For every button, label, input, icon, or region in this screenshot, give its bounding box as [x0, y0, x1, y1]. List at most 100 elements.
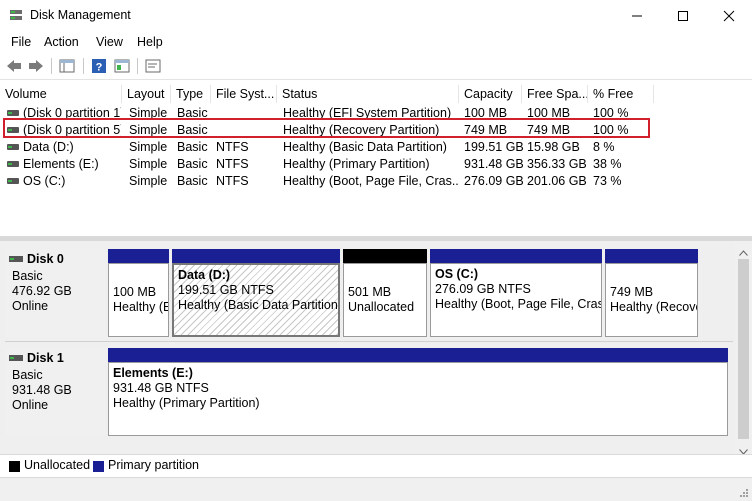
disk-1-info[interactable]: Disk 1 Basic 931.48 GB Online [5, 348, 105, 436]
minimize-button[interactable] [614, 0, 660, 31]
column-header-type[interactable]: Type [171, 85, 211, 103]
column-header-percent-free[interactable]: % Free [588, 85, 654, 103]
toolbar: ? [0, 53, 752, 80]
svg-text:?: ? [96, 62, 103, 74]
partition-unallocated[interactable]: 501 MB Unallocated [343, 249, 427, 337]
disk-1-state: Online [12, 398, 49, 412]
scroll-up-button[interactable] [739, 245, 748, 259]
disk-1-name: Disk 1 [27, 351, 64, 365]
back-icon [7, 60, 21, 72]
forward-button[interactable] [26, 56, 46, 76]
volume-layout: Simple [129, 140, 168, 154]
back-button[interactable] [4, 56, 24, 76]
vertical-scrollbar[interactable] [735, 241, 752, 455]
maximize-button[interactable] [660, 0, 706, 31]
toolbar-separator [83, 58, 84, 74]
disk-1-header: Disk 1 [9, 351, 64, 365]
disk-0-state: Online [12, 299, 49, 313]
menu-bar: File Action View Help [0, 31, 752, 53]
disk-0-header: Disk 0 [9, 252, 64, 266]
menu-file[interactable]: File [11, 35, 31, 49]
partition-name: OS (C:) [435, 267, 479, 281]
volume-capacity: 276.09 GB [464, 174, 524, 188]
partition-name: Data (D:) [178, 268, 231, 282]
partition-size: 749 MB [610, 285, 654, 299]
partition-elements-e[interactable]: Elements (E:) 931.48 GB NTFS Healthy (Pr… [108, 348, 728, 436]
partition-os-c[interactable]: OS (C:) 276.09 GB NTFS Healthy (Boot, Pa… [430, 249, 602, 337]
volume-file-system: NTFS [216, 174, 249, 188]
table-row[interactable]: Elements (E:) Simple Basic NTFS Healthy … [0, 156, 752, 173]
partition-status: Healthy (Recovery Partition) [610, 300, 697, 314]
partition-size: 100 MB [113, 285, 157, 299]
volume-type: Basic [177, 140, 208, 154]
status-bar [0, 477, 752, 501]
volume-status: Healthy (Basic Data Partition) [283, 140, 447, 154]
properties-button[interactable] [112, 56, 132, 76]
minimize-icon [632, 15, 642, 16]
console-icon [145, 59, 161, 73]
table-row[interactable]: Data (D:) Simple Basic NTFS Healthy (Bas… [0, 139, 752, 156]
partition-name: Elements (E:) [113, 366, 193, 380]
volume-capacity: 199.51 GB [464, 140, 524, 154]
forward-icon [29, 60, 43, 72]
volume-name: Elements (E:) [23, 157, 99, 171]
close-icon [723, 10, 735, 21]
column-header-volume[interactable]: Volume [0, 85, 122, 103]
partition-size: 199.51 GB NTFS [178, 283, 274, 297]
resize-grip-icon[interactable] [738, 486, 748, 500]
volume-percent-free: 38 % [593, 157, 622, 171]
partition-efi[interactable]: 100 MB Healthy (EFI System Partition) [108, 249, 169, 337]
partition-recovery[interactable]: 749 MB Healthy (Recovery Partition) [605, 249, 698, 337]
partition-size: 276.09 GB NTFS [435, 282, 531, 296]
console-button[interactable] [143, 56, 163, 76]
column-header-free-space[interactable]: Free Spa... [522, 85, 588, 103]
toolbar-separator [137, 58, 138, 74]
show-hide-pane-button[interactable] [57, 56, 77, 76]
disk-separator [5, 341, 733, 342]
column-header-layout[interactable]: Layout [122, 85, 171, 103]
volume-type: Basic [177, 174, 208, 188]
disk-icon [9, 256, 23, 262]
volume-layout: Simple [129, 157, 168, 171]
menu-action[interactable]: Action [44, 35, 79, 49]
partition-size: 931.48 GB NTFS [113, 381, 209, 395]
column-header-capacity[interactable]: Capacity [459, 85, 522, 103]
legend-unallocated-swatch [9, 461, 20, 472]
partition-status: Healthy (EFI System Partition) [113, 300, 168, 314]
maximize-icon [678, 10, 688, 21]
volume-percent-free: 73 % [593, 174, 622, 188]
partition-status: Healthy (Primary Partition) [113, 396, 260, 410]
volume-free-space: 15.98 GB [527, 140, 580, 154]
close-button[interactable] [706, 0, 752, 31]
disk-1-type: Basic [12, 368, 43, 382]
disk-0-type: Basic [12, 269, 43, 283]
volume-free-space: 201.06 GB [527, 174, 587, 188]
partition-status: Healthy (Boot, Page File, Crash Dump, Ba… [435, 297, 601, 311]
partition-status: Healthy (Basic Data Partition) [178, 298, 340, 312]
disk-0-info[interactable]: Disk 0 Basic 476.92 GB Online [5, 249, 105, 337]
help-button[interactable]: ? [89, 56, 109, 76]
volume-status: Healthy (Primary Partition) [283, 157, 430, 171]
column-header-status[interactable]: Status [277, 85, 459, 103]
toolbar-separator [51, 58, 52, 74]
volume-capacity: 931.48 GB [464, 157, 524, 171]
drive-icon [7, 178, 19, 184]
scroll-thumb[interactable] [738, 259, 749, 439]
volume-percent-free: 8 % [593, 140, 615, 154]
legend-primary-swatch [93, 461, 104, 472]
volume-name: Data (D:) [23, 140, 74, 154]
help-icon: ? [92, 59, 106, 74]
volume-name: OS (C:) [23, 174, 66, 188]
table-row[interactable]: OS (C:) Simple Basic NTFS Healthy (Boot,… [0, 173, 752, 190]
disk-1-size: 931.48 GB [12, 383, 72, 397]
window-title: Disk Management [30, 8, 131, 22]
volume-file-system: NTFS [216, 157, 249, 171]
volume-status: Healthy (Boot, Page File, Cras... [283, 174, 458, 188]
partition-size: 501 MB [348, 285, 392, 299]
legend-unallocated-label: Unallocated [24, 458, 91, 472]
disk-0-size: 476.92 GB [12, 284, 72, 298]
menu-help[interactable]: Help [137, 35, 163, 49]
partition-data-d[interactable]: Data (D:) 199.51 GB NTFS Healthy (Basic … [172, 249, 340, 337]
menu-view[interactable]: View [96, 35, 123, 49]
column-header-file-system[interactable]: File Syst... [211, 85, 277, 103]
